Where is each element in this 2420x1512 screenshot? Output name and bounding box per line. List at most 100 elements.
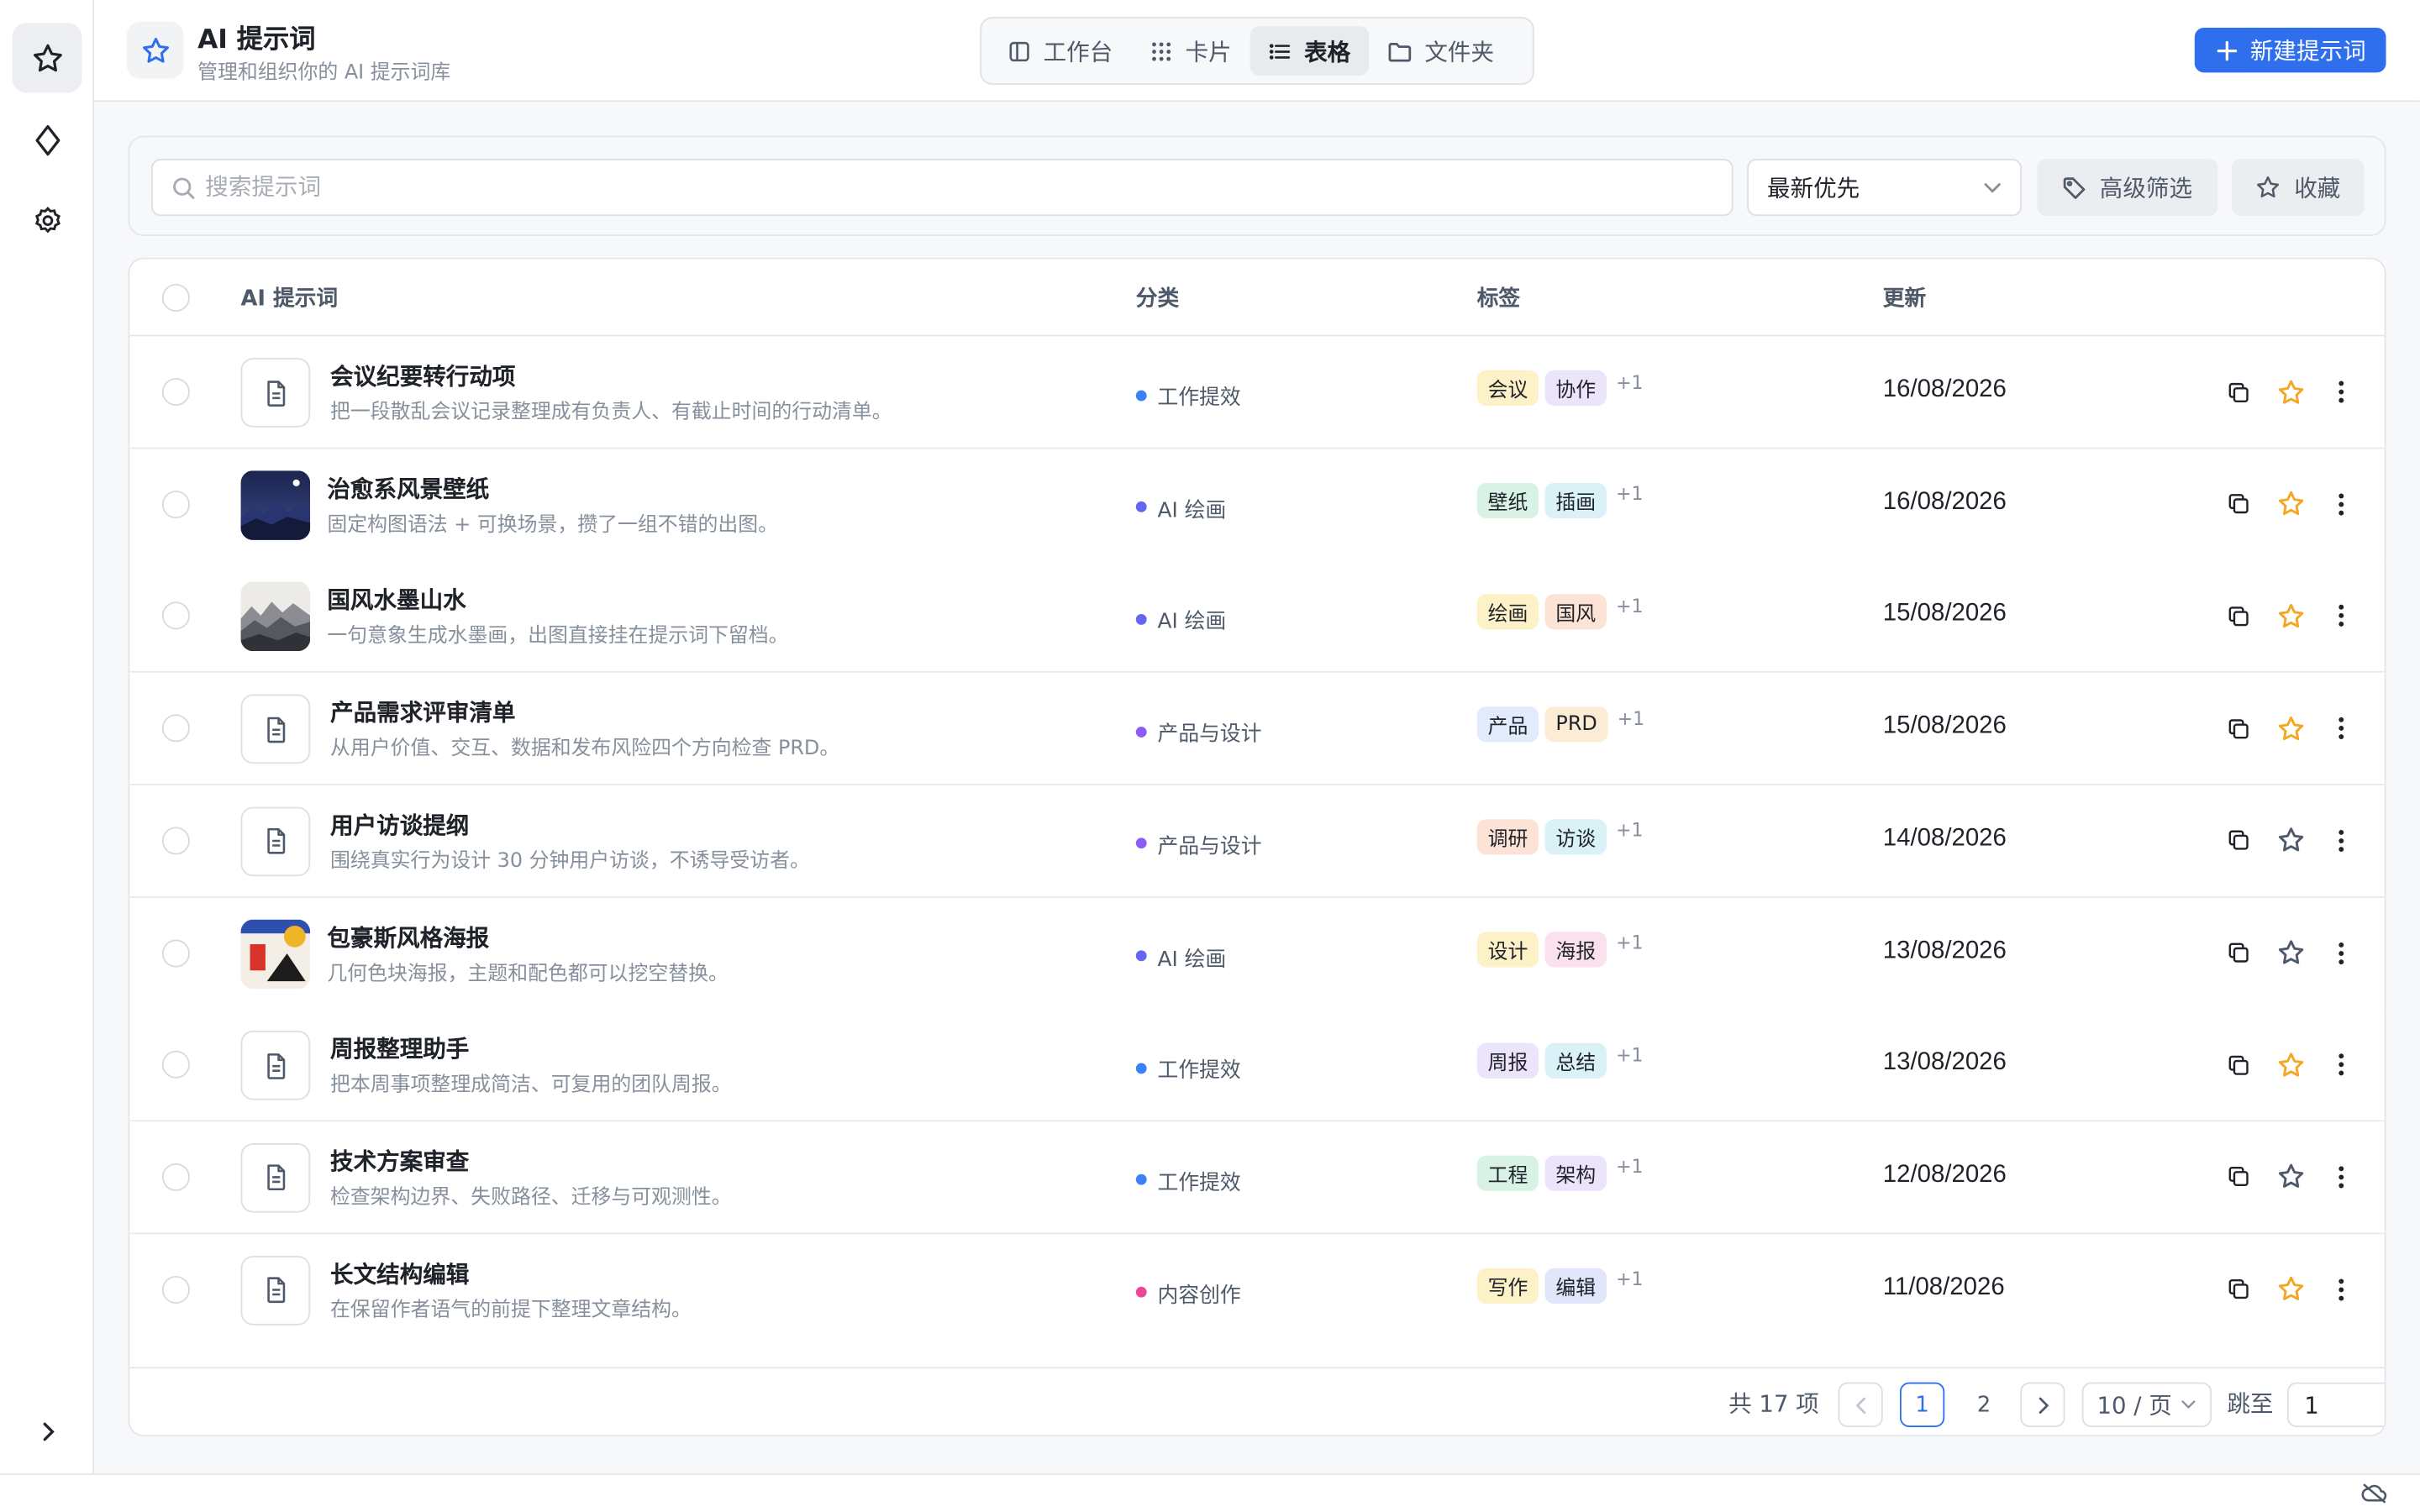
more-actions-button[interactable]	[2324, 599, 2358, 633]
favorite-toggle[interactable]	[2273, 599, 2307, 633]
tag-chip[interactable]: 写作	[1476, 1268, 1539, 1304]
tag-chip[interactable]: 设计	[1476, 931, 1539, 967]
sort-select[interactable]: 最新优先	[1747, 159, 2023, 217]
favorite-toggle[interactable]	[2273, 375, 2307, 408]
more-tags-count[interactable]: +1	[1618, 707, 1645, 729]
copy-button[interactable]	[2221, 1047, 2254, 1081]
tab-workbench[interactable]: 工作台	[989, 26, 1131, 76]
page-2-button[interactable]: 2	[1961, 1382, 2007, 1427]
favorite-toggle[interactable]	[2273, 823, 2307, 857]
tag-chip[interactable]: 绘画	[1476, 594, 1539, 631]
prompt-title[interactable]: 国风水墨山水	[327, 584, 466, 617]
more-actions-button[interactable]	[2324, 1273, 2358, 1306]
more-tags-count[interactable]: +1	[1616, 483, 1644, 505]
table-row[interactable]: 治愈系风景壁纸 固定构图语法 + 可换场景，攒了一组不错的出图。 AI 绘画 壁…	[129, 448, 2385, 561]
favorite-toggle[interactable]	[2273, 711, 2307, 745]
row-checkbox[interactable]	[161, 1163, 190, 1191]
favorites-filter-button[interactable]: 收藏	[2231, 159, 2365, 217]
copy-button[interactable]	[2221, 1273, 2254, 1306]
tag-chip[interactable]: 壁纸	[1476, 482, 1539, 518]
more-tags-count[interactable]: +1	[1616, 596, 1644, 617]
copy-button[interactable]	[2221, 375, 2254, 408]
row-checkbox[interactable]	[161, 377, 190, 407]
copy-button[interactable]	[2221, 936, 2254, 969]
more-actions-button[interactable]	[2324, 375, 2358, 408]
table-row[interactable]: 会议纪要转行动项 把一段散乱会议记录整理成有负责人、有截止时间的行动清单。 工作…	[129, 336, 2385, 449]
row-checkbox[interactable]	[161, 938, 190, 967]
new-prompt-button[interactable]: 新建提示词	[2194, 28, 2386, 73]
prompt-title[interactable]: 会议纪要转行动项	[330, 360, 515, 392]
tag-chip[interactable]: 会议	[1476, 370, 1539, 407]
tag-chip[interactable]: 工程	[1476, 1155, 1539, 1191]
more-tags-count[interactable]: +1	[1616, 371, 1644, 393]
page-size-select[interactable]: 10 / 页	[2081, 1382, 2212, 1427]
more-tags-count[interactable]: +1	[1616, 932, 1644, 953]
tag-chip[interactable]: 编辑	[1544, 1268, 1607, 1304]
more-actions-button[interactable]	[2324, 823, 2358, 857]
rail-diamond-button[interactable]	[13, 105, 82, 175]
rail-settings-button[interactable]	[13, 185, 82, 255]
table-row[interactable]: 包豪斯风格海报 几何色块海报，主题和配色都可以挖空替换。 AI 绘画 设计 海报 +…	[129, 897, 2385, 1011]
favorite-toggle[interactable]	[2273, 1047, 2307, 1081]
prompt-title[interactable]: 用户访谈提纲	[330, 808, 469, 841]
copy-button[interactable]	[2221, 1160, 2254, 1194]
more-actions-button[interactable]	[2324, 1047, 2358, 1081]
more-actions-button[interactable]	[2324, 936, 2358, 969]
row-checkbox[interactable]	[161, 602, 190, 631]
copy-button[interactable]	[2221, 823, 2254, 857]
more-actions-button[interactable]	[2324, 487, 2358, 521]
copy-button[interactable]	[2221, 599, 2254, 633]
search-input[interactable]	[205, 174, 1595, 201]
row-checkbox[interactable]	[161, 827, 190, 855]
row-checkbox[interactable]	[161, 1275, 190, 1304]
select-all-checkbox[interactable]	[161, 283, 190, 312]
row-checkbox[interactable]	[161, 490, 190, 518]
tag-chip[interactable]: 调研	[1476, 818, 1539, 855]
tab-folders[interactable]: 文件夹	[1369, 26, 1512, 76]
more-tags-count[interactable]: +1	[1616, 1044, 1644, 1066]
table-row[interactable]: 长文结构编辑 在保留作者语气的前提下整理文章结构。 内容创作 写作 编辑 +1 11…	[129, 1233, 2385, 1347]
favorite-toggle[interactable]	[2273, 1160, 2307, 1194]
more-tags-count[interactable]: +1	[1616, 820, 1644, 842]
prompt-title[interactable]: 包豪斯风格海报	[327, 921, 489, 953]
copy-button[interactable]	[2221, 711, 2254, 745]
prompt-title[interactable]: 治愈系风景壁纸	[327, 471, 489, 504]
tag-chip[interactable]: PRD	[1544, 706, 1608, 743]
rail-expand-button[interactable]	[13, 1396, 82, 1466]
cloud-off-icon[interactable]	[2361, 1483, 2387, 1504]
row-checkbox[interactable]	[161, 1051, 190, 1079]
more-actions-button[interactable]	[2324, 711, 2358, 745]
table-row[interactable]: 用户访谈提纲 围绕真实行为设计 30 分钟用户访谈，不诱导受访者。 产品与设计 …	[129, 785, 2385, 898]
copy-button[interactable]	[2221, 487, 2254, 521]
prompt-title[interactable]: 周报整理助手	[330, 1032, 469, 1065]
prompt-title[interactable]: 产品需求评审清单	[330, 696, 515, 729]
tag-chip[interactable]: 访谈	[1544, 818, 1607, 855]
next-page-button[interactable]	[2020, 1382, 2065, 1427]
table-row[interactable]: 周报整理助手 把本周事项整理成简洁、可复用的团队周报。 工作提效 周报 总结 +1 …	[129, 1009, 2385, 1122]
favorite-toggle[interactable]	[2273, 936, 2307, 969]
prompt-title[interactable]: 长文结构编辑	[330, 1257, 469, 1289]
tag-chip[interactable]: 产品	[1476, 706, 1539, 743]
rail-favorites-button[interactable]	[12, 23, 82, 93]
advanced-filter-button[interactable]: 高级筛选	[2037, 159, 2218, 217]
more-tags-count[interactable]: +1	[1616, 1156, 1644, 1178]
tag-chip[interactable]: 插画	[1544, 482, 1607, 518]
tag-chip[interactable]: 协作	[1544, 370, 1607, 407]
page-1-button[interactable]: 1	[1899, 1382, 1945, 1427]
prev-page-button[interactable]	[1838, 1382, 1883, 1427]
tag-chip[interactable]: 国风	[1544, 594, 1607, 631]
jump-page-input[interactable]: 1	[2286, 1382, 2385, 1427]
tab-cards[interactable]: 卡片	[1131, 26, 1249, 76]
table-row[interactable]: 国风水墨山水 一句意象生成水墨画，出图直接挂在提示词下留档。 AI 绘画 绘画国…	[129, 560, 2385, 674]
tag-chip[interactable]: 周报	[1476, 1042, 1539, 1079]
more-tags-count[interactable]: +1	[1616, 1268, 1644, 1290]
table-row[interactable]: 技术方案审查 检查架构边界、失败路径、迁移与可观测性。 工作提效 工程 架构 +1 …	[129, 1121, 2385, 1235]
tag-chip[interactable]: 总结	[1544, 1042, 1607, 1079]
more-actions-button[interactable]	[2324, 1160, 2358, 1194]
table-row[interactable]: 产品需求评审清单 从用户价值、交互、数据和发布风险四个方向检查 PRD。 产品与…	[129, 672, 2385, 786]
row-checkbox[interactable]	[161, 714, 190, 743]
tag-chip[interactable]: 架构	[1544, 1155, 1607, 1191]
tab-table[interactable]: 表格	[1249, 26, 1370, 76]
tag-chip[interactable]: 海报	[1544, 931, 1607, 967]
favorite-toggle[interactable]	[2273, 487, 2307, 521]
